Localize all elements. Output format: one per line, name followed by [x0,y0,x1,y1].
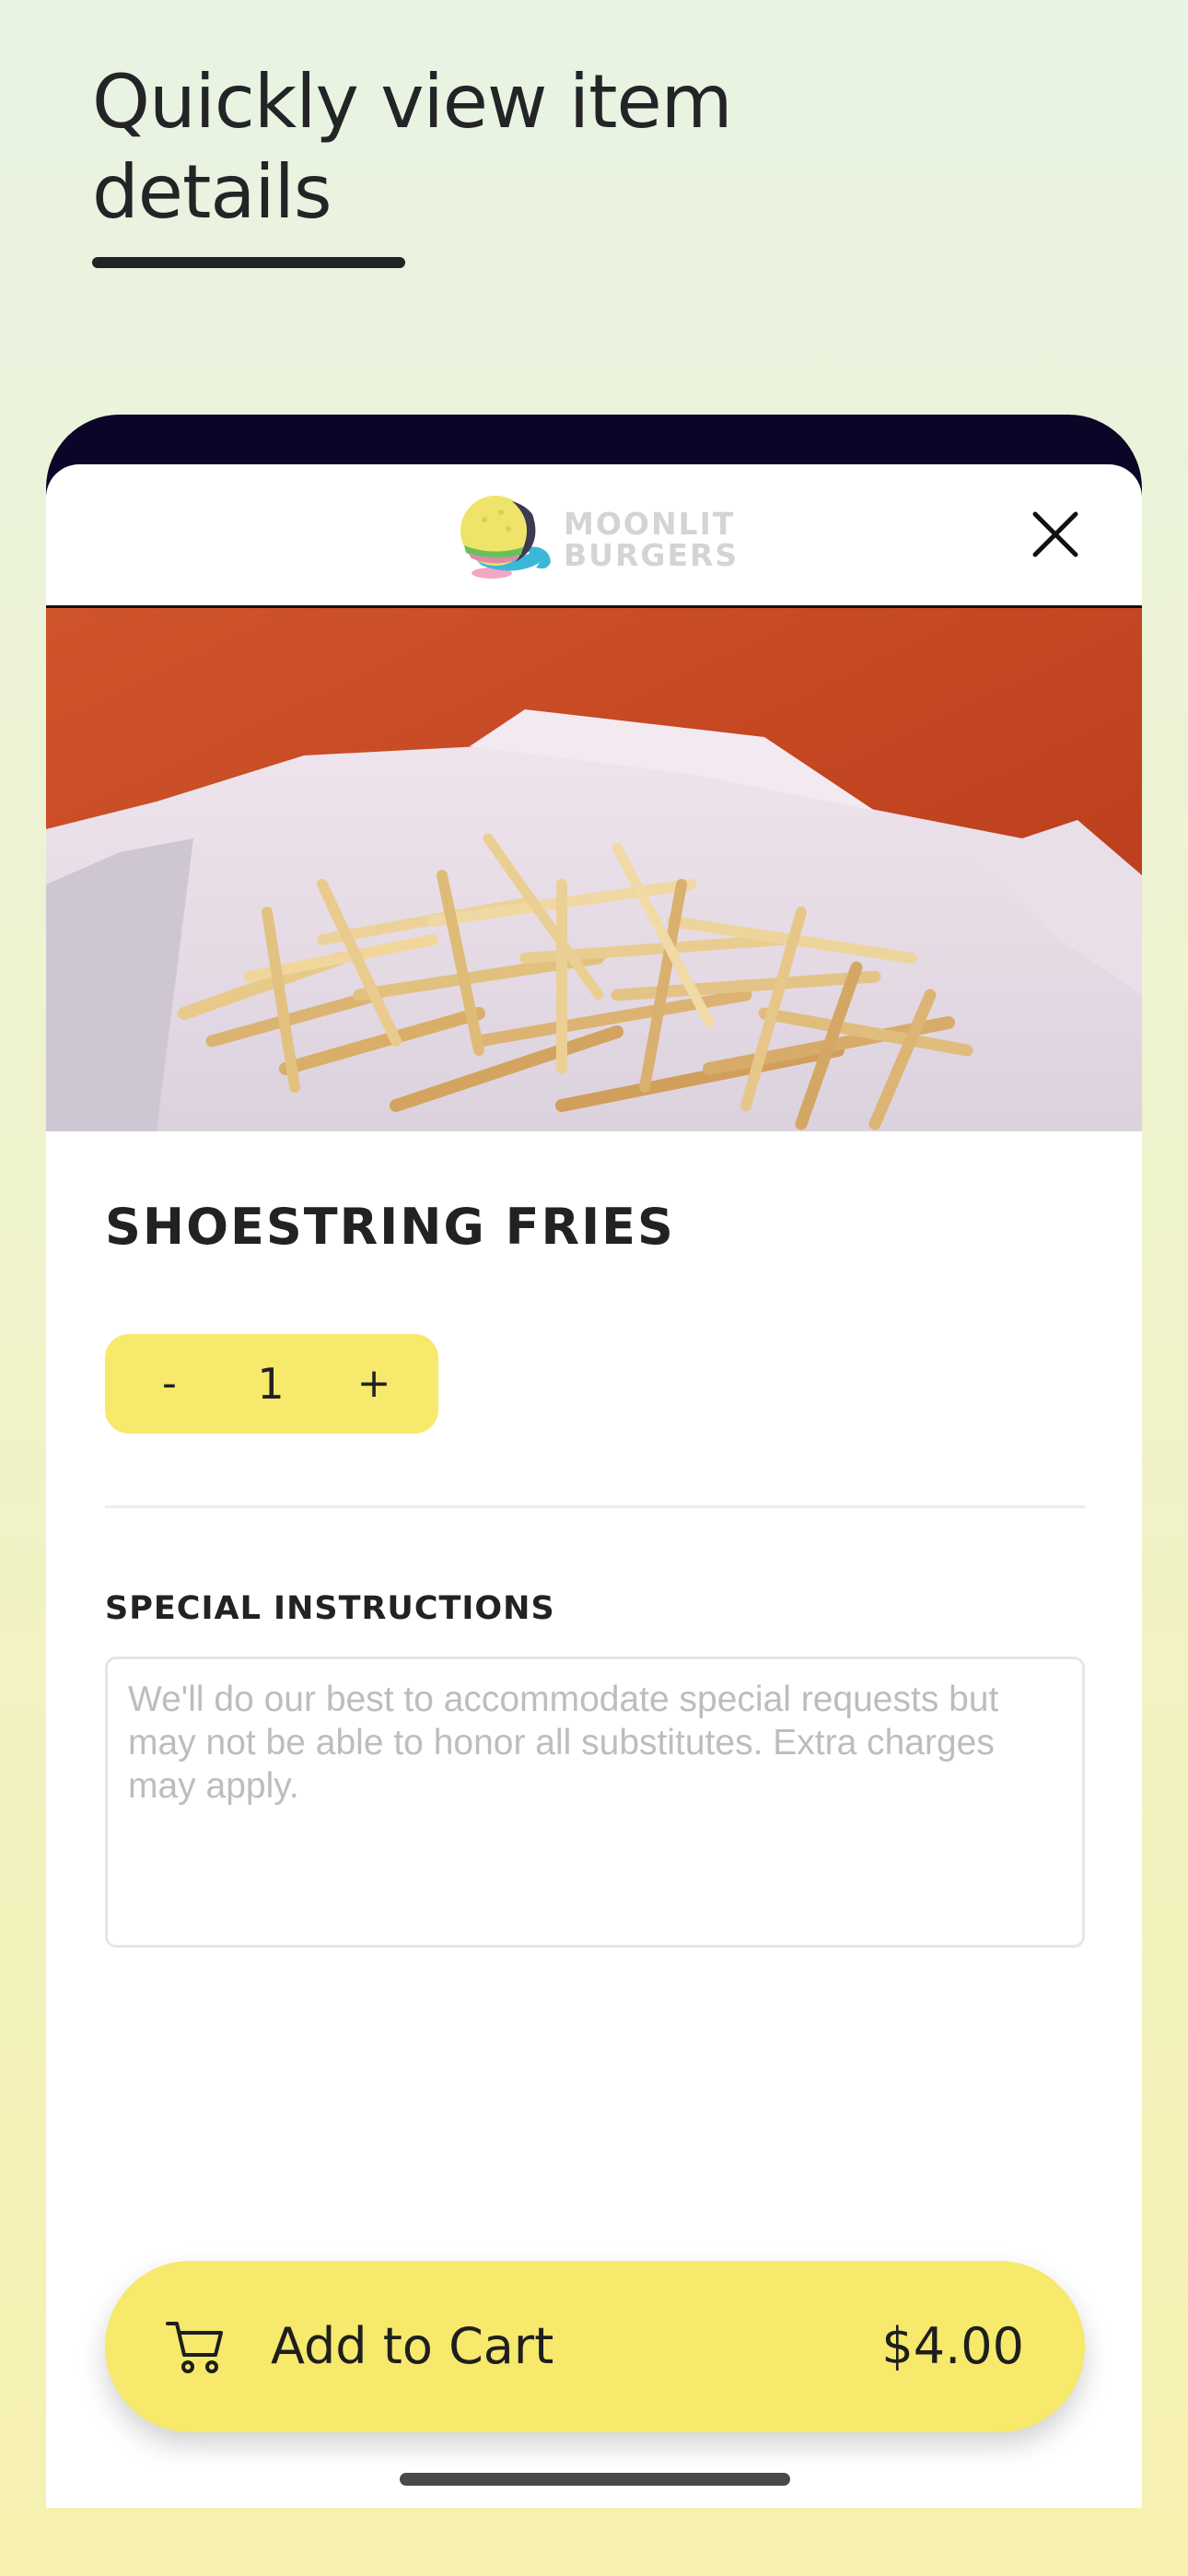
moonlit-burgers-logo: MOONLIT BURGERS [455,492,740,584]
shoestring-fries-photo [46,608,1142,1131]
divider [105,1505,1085,1508]
phone-frame: MOONLIT BURGERS SHOESTRING FRIES - 1 + S… [46,415,1142,2508]
headline-underline [92,257,405,268]
special-instructions-input[interactable] [105,1657,1085,1948]
burger-logo-icon [460,496,551,579]
decrement-button[interactable]: - [142,1334,197,1434]
cart-icon [166,2322,223,2373]
home-indicator[interactable] [400,2473,790,2486]
special-instructions-label: SPECIAL INSTRUCTIONS [105,1590,555,1627]
close-icon [1032,511,1078,557]
increment-button[interactable]: + [346,1334,402,1434]
cart-price: $4.00 [881,2317,1024,2375]
promo-headline: Quickly view item details [92,59,733,235]
quantity-stepper: - 1 + [105,1334,438,1434]
item-detail-sheet: MOONLIT BURGERS SHOESTRING FRIES - 1 + S… [46,464,1142,2508]
quantity-value: 1 [257,1359,285,1409]
add-to-cart-button[interactable]: Add to Cart $4.00 [105,2261,1085,2432]
item-title: SHOESTRING FRIES [105,1198,675,1256]
close-button[interactable] [1026,505,1085,564]
logo-line-1: MOONLIT [564,506,736,542]
add-to-cart-label: Add to Cart [271,2317,554,2375]
logo-wordmark: MOONLIT BURGERS [564,509,739,571]
sheet-header: MOONLIT BURGERS [46,464,1142,608]
logo-line-2: BURGERS [564,537,740,573]
